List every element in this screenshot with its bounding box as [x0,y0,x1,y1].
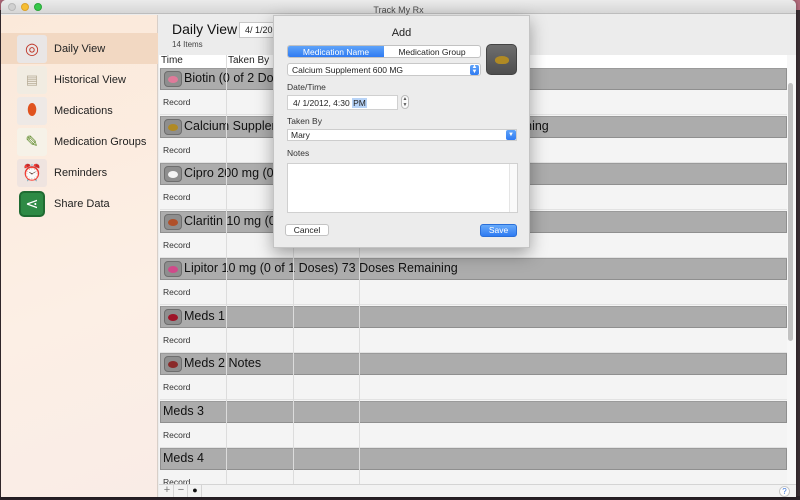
datetime-value: 4/ 1/2012, 4:30 [293,98,353,108]
chevron-down-icon[interactable]: ▼ [506,130,516,140]
datetime-ampm: PM [352,98,367,108]
record-label: Record [163,192,191,202]
segment-medication-name[interactable]: Medication Name [288,46,384,57]
medication-pill-icon [164,71,182,87]
medication-group-row[interactable]: Meds 2 Notes [160,353,787,375]
remove-button[interactable]: − [175,485,188,497]
items-count: 14 Items [172,40,203,49]
source-segmented-control: Medication Name Medication Group [287,45,481,58]
pill-color-dot [168,361,178,368]
minimize-window-button[interactable] [21,3,29,11]
sidebar-item-label: Medications [54,104,113,117]
notes-label: Notes [287,148,310,158]
pill-color-dot [168,76,178,83]
taken-by-combobox[interactable]: Mary ▼ [287,129,517,141]
record-row[interactable]: Record [160,280,787,305]
sidebar-item-medications[interactable]: ⬮ Medications [1,95,158,126]
record-row[interactable]: Record [160,470,787,485]
scrollbar-thumb[interactable] [788,83,793,341]
medication-group-text: Meds 4 [163,451,204,465]
close-window-button[interactable] [8,3,16,11]
medication-group-row[interactable]: Lipitor 10 mg (0 of 1 Doses) 73 Doses Re… [160,258,787,280]
record-label: Record [163,97,191,107]
save-button[interactable]: Save [480,224,517,237]
add-button[interactable]: + [161,485,174,497]
medication-pill-icon [164,261,182,277]
sidebar-item-label: Medication Groups [54,135,147,148]
title-bar: Track My Rx [1,0,796,15]
segment-medication-group[interactable]: Medication Group [384,46,480,57]
medication-pill-icon [164,166,182,182]
help-button[interactable]: ? [779,486,790,497]
medication-pill-icon [164,118,182,135]
medication-group-text: Meds 3 [163,403,204,418]
updown-chevron-icon: ▲ ▼ [470,64,479,75]
window-title: Track My Rx [373,5,424,15]
medication-group-text: Meds 2 Notes [184,356,262,370]
medication-group-text: Meds 1 [184,308,225,323]
pill-icon [495,56,509,64]
pill-color-dot [168,123,178,131]
record-label: Record [163,382,191,392]
table-bottom-bar: + − ● ? [159,484,796,497]
record-label: Record [163,334,191,345]
record-row[interactable]: Record [160,375,787,400]
column-divider [226,55,227,485]
history-paper-icon: ▤ [17,65,47,94]
medication-image [486,44,517,75]
add-dialog: Add Medication Name Medication Group Cal… [273,15,530,248]
pill-color-dot [168,313,178,321]
medication-select-value: Calcium Supplement 600 MG [292,65,404,75]
medication-select[interactable]: Calcium Supplement 600 MG ▲ ▼ [287,63,481,76]
calendar-pills-icon: ◎ [17,34,47,63]
spoon-pills-icon: ✎ [17,127,47,156]
pill-color-dot [168,218,178,226]
sidebar-item-reminders[interactable]: ⏰ Reminders [1,157,158,188]
sidebar-item-daily-view[interactable]: ◎ Daily View [1,33,158,64]
datetime-field[interactable]: 4/ 1/2012, 4:30 PM [287,95,398,110]
notes-scrollbar[interactable] [509,164,517,212]
sidebar-item-label: Share Data [54,197,110,210]
share-icon: ⋖ [19,190,45,217]
page-title: Daily View [172,21,238,37]
record-label: Record [163,429,191,440]
action-button[interactable]: ● [189,485,202,497]
record-label: Record [163,287,191,297]
datetime-stepper[interactable]: ▲ ▼ [401,95,409,109]
sidebar-item-share-data[interactable]: ⋖ Share Data [1,188,158,219]
notes-textarea[interactable] [287,163,518,213]
medication-pill-icon [164,308,182,325]
sidebar-item-label: Historical View [54,73,126,86]
alarm-clock-icon: ⏰ [17,158,47,187]
pill-bottle-icon: ⬮ [17,96,47,125]
record-row[interactable]: Record [160,423,787,448]
vertical-scrollbar[interactable] [787,55,796,485]
column-header-taken-by[interactable]: Taken By [228,55,269,66]
app-window: Track My Rx ◎ Daily View ▤ Historical Vi… [1,0,796,497]
column-header-time[interactable]: Time [161,55,183,66]
cancel-button[interactable]: Cancel [285,224,329,236]
sidebar: ◎ Daily View ▤ Historical View ⬮ Medicat… [1,15,158,497]
sidebar-item-medication-groups[interactable]: ✎ Medication Groups [1,126,158,157]
sidebar-item-label: Reminders [54,166,108,179]
datetime-label: Date/Time [287,82,326,92]
medication-group-row[interactable]: Meds 3 [160,400,787,423]
sidebar-item-historical-view[interactable]: ▤ Historical View [1,64,158,95]
sidebar-item-label: Daily View [54,42,106,55]
dialog-title: Add [391,27,412,39]
record-row[interactable]: Record [160,328,787,353]
record-label: Record [163,239,191,250]
medication-group-row[interactable]: Meds 1 [160,305,787,328]
zoom-window-button[interactable] [34,3,42,11]
medication-pill-icon [164,356,182,372]
medication-group-row[interactable]: Meds 4 [160,448,787,470]
pill-color-dot [168,171,178,178]
medication-pill-icon [164,213,182,230]
taken-by-label: Taken By [287,116,322,126]
pill-color-dot [168,266,178,273]
taken-by-value: Mary [291,130,310,140]
record-label: Record [163,144,191,155]
